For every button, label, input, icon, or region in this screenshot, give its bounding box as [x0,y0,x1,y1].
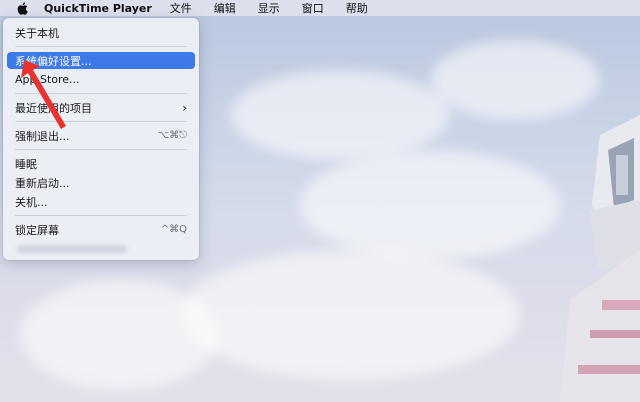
blurred-menu-item [17,245,127,253]
chevron-right-icon: › [182,100,187,115]
menu-separator [15,93,187,94]
menu-bar: QuickTime Player 文件 编辑 显示 窗口 帮助 [0,0,640,16]
menu-item-label: 系统偏好设置... [15,54,92,68]
wallpaper-cloud [300,150,560,260]
menu-view[interactable]: 显示 [258,0,280,16]
menu-item-sleep[interactable]: 睡眠 [7,155,195,172]
menu-item-label: 最近使用的项目 [15,101,92,115]
menu-item-label: 关机... [15,195,48,209]
menu-separator [15,149,187,150]
menu-item-about[interactable]: 关于本机 [7,24,195,41]
menu-separator [15,215,187,216]
menu-item-recent-items[interactable]: 最近使用的项目 › [7,99,195,116]
app-name-menu[interactable]: QuickTime Player [44,2,152,15]
menu-item-label: 强制退出... [15,129,70,143]
menu-item-label: 重新启动... [15,176,70,190]
menu-separator [15,46,187,47]
menu-item-label: 睡眠 [15,157,37,171]
wallpaper-robot-figure [560,115,640,402]
apple-dropdown-menu: 关于本机 系统偏好设置... App Store... 最近使用的项目 › 强制… [3,18,199,260]
menu-item-force-quit[interactable]: 强制退出... ⌥⌘⎋ [7,127,195,144]
force-quit-shortcut: ⌥⌘⎋ [157,130,187,141]
menu-item-label: 锁定屏幕 [15,223,59,237]
menu-window[interactable]: 窗口 [302,0,324,16]
menu-item-shutdown[interactable]: 关机... [7,193,195,210]
menu-item-restart[interactable]: 重新启动... [7,174,195,191]
menu-item-label: 关于本机 [15,26,59,40]
menu-item-label: App Store... [15,73,80,86]
apple-menu-icon[interactable] [14,0,30,16]
menu-help[interactable]: 帮助 [346,0,368,16]
wallpaper-cloud [20,280,220,390]
lock-screen-shortcut: ^⌘Q [160,224,187,235]
wallpaper-cloud [180,250,520,380]
wallpaper-cloud [230,70,450,160]
menu-separator [15,121,187,122]
menu-item-system-preferences[interactable]: 系统偏好设置... [7,52,195,69]
menu-edit[interactable]: 编辑 [214,0,236,16]
menu-item-lock-screen[interactable]: 锁定屏幕 ^⌘Q [7,221,195,238]
menu-item-app-store[interactable]: App Store... [7,71,195,88]
menu-file[interactable]: 文件 [170,0,192,16]
